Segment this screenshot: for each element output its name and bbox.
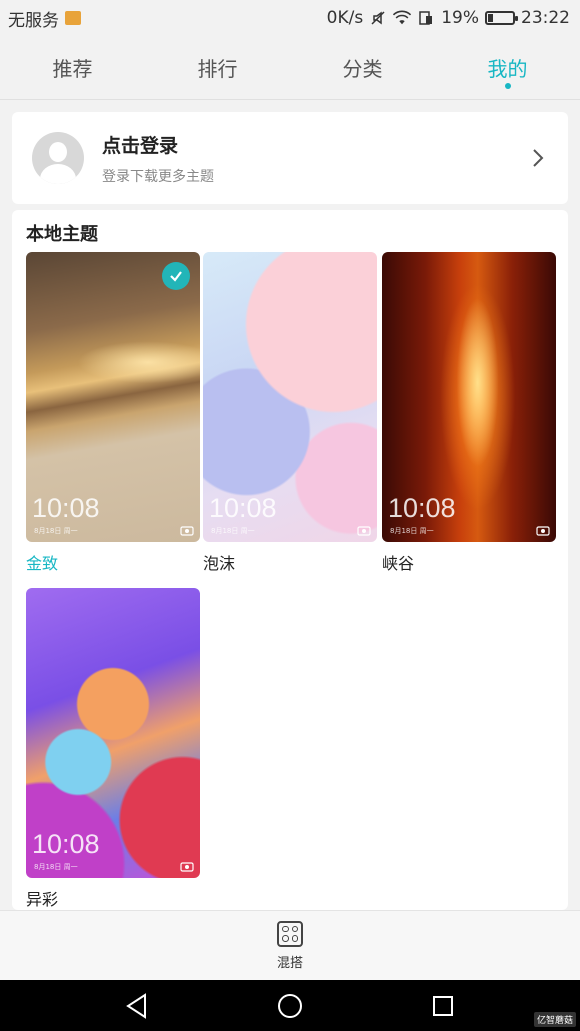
wifi-icon bbox=[393, 9, 412, 27]
mix-label: 混搭 bbox=[276, 955, 303, 971]
theme-thumbnail: 10:08 8月18日 周一 bbox=[382, 252, 556, 542]
sim-icon bbox=[65, 11, 81, 25]
mix-icon bbox=[277, 920, 303, 947]
tab-ranking[interactable]: 排行 bbox=[145, 36, 290, 99]
theme-thumbnail: 10:08 8月18日 周一 bbox=[26, 588, 200, 878]
battery-percent: 19% bbox=[441, 8, 479, 28]
network-speed: 0K/s bbox=[326, 8, 364, 28]
camera-icon bbox=[536, 526, 550, 536]
watermark: 亿智蘑菇 bbox=[533, 1012, 576, 1027]
preview-time: 10:08 bbox=[388, 493, 456, 523]
camera-icon bbox=[180, 862, 194, 872]
camera-icon bbox=[180, 526, 194, 536]
theme-thumbnail: 10:08 8月18日 周一 bbox=[203, 252, 377, 542]
tab-label: 推荐 bbox=[52, 57, 93, 81]
theme-card-gold[interactable]: 10:08 8月18日 周一 金致 bbox=[26, 252, 200, 574]
theme-name: 峡谷 bbox=[382, 554, 415, 573]
battery-icon bbox=[485, 11, 518, 25]
theme-thumbnail: 10:08 8月18日 周一 bbox=[26, 252, 200, 542]
preview-time: 10:08 bbox=[32, 493, 100, 523]
section-title: 本地主题 bbox=[26, 224, 98, 245]
system-nav-bar: 亿智蘑菇 bbox=[0, 980, 580, 1031]
mute-icon bbox=[369, 9, 387, 27]
tab-label: 分类 bbox=[342, 57, 383, 81]
theme-name: 异彩 bbox=[26, 890, 59, 909]
preview-date: 8月18日 周一 bbox=[34, 863, 78, 871]
selected-check-icon bbox=[162, 262, 190, 290]
theme-name: 金致 bbox=[26, 554, 59, 573]
recents-icon[interactable] bbox=[428, 991, 458, 1021]
preview-date: 8月18日 周一 bbox=[34, 527, 78, 535]
preview-time: 10:08 bbox=[209, 493, 277, 523]
status-right: 0K/s 19% 23:22 bbox=[327, 8, 570, 28]
login-title: 点击登录 bbox=[102, 134, 179, 157]
status-left: 无服务 bbox=[8, 6, 81, 31]
theme-card-colorful[interactable]: 10:08 8月18日 周一 异彩 bbox=[26, 588, 200, 910]
top-tabs: 推荐 排行 分类 我的 bbox=[0, 36, 580, 100]
home-icon[interactable] bbox=[275, 991, 305, 1021]
tab-recommend[interactable]: 推荐 bbox=[0, 36, 145, 99]
tab-label: 我的 bbox=[487, 57, 528, 81]
battery-level bbox=[488, 14, 493, 22]
login-card[interactable]: 点击登录 登录下载更多主题 bbox=[12, 112, 568, 204]
sim-card-icon bbox=[417, 9, 435, 27]
clock: 23:22 bbox=[521, 8, 570, 28]
camera-icon bbox=[357, 526, 371, 536]
theme-card-canyon[interactable]: 10:08 8月18日 周一 峡谷 bbox=[382, 252, 556, 574]
back-icon[interactable] bbox=[122, 991, 152, 1021]
status-bar: 无服务 0K/s 19% 23:22 bbox=[0, 0, 580, 36]
tab-mine[interactable]: 我的 bbox=[435, 36, 580, 99]
carrier-text: 无服务 bbox=[8, 10, 59, 31]
preview-date: 8月18日 周一 bbox=[390, 527, 434, 535]
chevron-right-icon bbox=[526, 146, 550, 170]
login-subtitle: 登录下载更多主题 bbox=[102, 168, 214, 185]
preview-time: 10:08 bbox=[32, 829, 100, 859]
theme-name: 泡沫 bbox=[203, 554, 236, 573]
active-tab-indicator bbox=[504, 83, 511, 89]
tab-label: 排行 bbox=[197, 57, 238, 81]
tab-category[interactable]: 分类 bbox=[290, 36, 435, 99]
avatar bbox=[32, 132, 84, 184]
local-themes-section: 本地主题 10:08 8月18日 周一 金致 10:08 8月18日 周一 泡沫… bbox=[12, 210, 568, 910]
mix-button[interactable]: 混搭 bbox=[0, 910, 580, 980]
login-text: 点击登录 登录下载更多主题 bbox=[102, 131, 526, 186]
preview-date: 8月18日 周一 bbox=[211, 527, 255, 535]
theme-card-bubble[interactable]: 10:08 8月18日 周一 泡沫 bbox=[203, 252, 377, 574]
